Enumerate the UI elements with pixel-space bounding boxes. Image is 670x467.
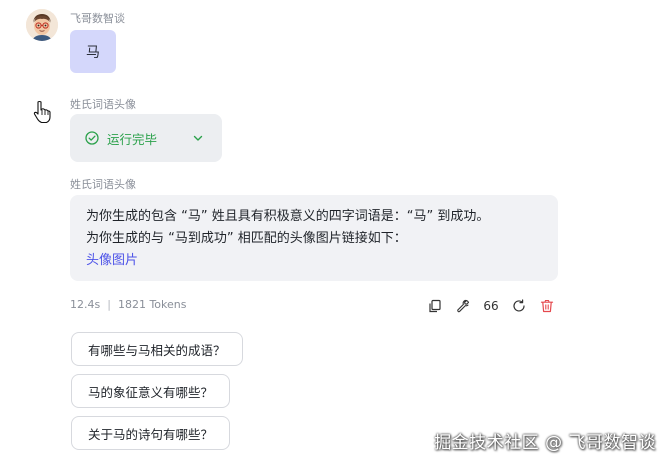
run-status-toggle[interactable]: 运行完毕 — [70, 114, 222, 162]
user-name: 飞哥数智谈 — [70, 12, 125, 25]
wrench-icon — [457, 299, 470, 313]
response-duration: 12.4s — [70, 298, 101, 311]
quote-button[interactable]: 66 — [481, 298, 501, 314]
bot-name: 姓氏词语头像 — [70, 98, 136, 111]
bot-name: 姓氏词语头像 — [70, 178, 136, 191]
run-status-label: 运行完毕 — [107, 131, 158, 147]
debug-button[interactable] — [455, 298, 471, 314]
regenerate-button[interactable] — [511, 298, 527, 314]
delete-button[interactable] — [539, 298, 555, 314]
watermark: 掘金技术社区 @ 飞哥数智谈 — [434, 433, 656, 453]
user-message-bubble: 马 — [70, 30, 116, 73]
trash-icon — [540, 299, 554, 313]
refresh-icon — [513, 299, 525, 312]
answer-line: 为你生成的包含 “马” 姓且具有积极意义的四字词语是：“马” 到成功。 — [86, 209, 490, 224]
copy-button[interactable] — [427, 298, 443, 314]
response-meta: 12.4s | 1821 Tokens — [70, 298, 186, 311]
hand-cursor-icon — [33, 100, 51, 124]
user-avatar[interactable] — [26, 9, 58, 41]
answer-line: 为你生成的与 “马到成功” 相匹配的头像图片链接如下： — [86, 231, 407, 246]
suggestion-chip[interactable]: 马的象征意义有哪些？ — [71, 374, 231, 408]
token-count: 1821 Tokens — [117, 298, 187, 311]
suggestion-chip[interactable]: 关于马的诗句有哪些？ — [71, 416, 231, 450]
suggestion-chip[interactable]: 有哪些与马相关的成语？ — [71, 332, 243, 366]
chevron-down-icon[interactable] — [192, 132, 204, 144]
check-circle-icon — [85, 131, 99, 145]
bot-answer-bubble: 为你生成的包含 “马” 姓且具有积极意义的四字词语是：“马” 到成功。 为你生成… — [70, 195, 558, 281]
meta-separator: | — [107, 298, 111, 311]
copy-icon — [429, 299, 441, 313]
avatar-image-link[interactable]: 头像图片 — [86, 250, 542, 272]
quote-icon: 66 — [483, 299, 499, 313]
chat-page: 飞哥数智谈 马 姓氏词语头像 运行完毕 姓氏词语头像 为你生成的包含 “马” 姓… — [0, 0, 670, 467]
message-actions: 66 — [427, 296, 555, 316]
avatar-illustration — [26, 9, 58, 41]
